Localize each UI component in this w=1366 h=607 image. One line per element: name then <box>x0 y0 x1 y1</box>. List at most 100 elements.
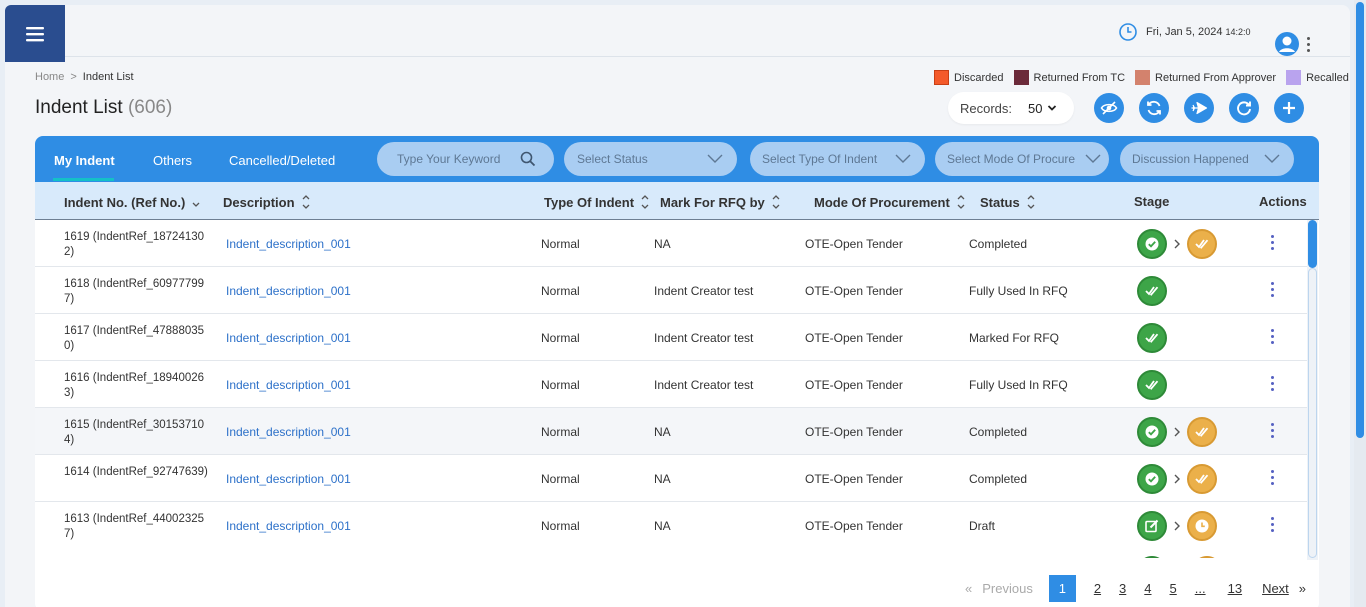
mode-cell: OTE-Open Tender <box>805 237 903 251</box>
check-circle-icon <box>1137 417 1167 447</box>
status-cell: Completed <box>969 472 1028 486</box>
chevron-down-icon <box>707 154 723 163</box>
col-mark-for-rfq[interactable]: Mark For RFQ by <box>660 194 780 210</box>
row-actions-icon[interactable] <box>1269 235 1275 250</box>
status-cell: Fully Used In RFQ <box>969 284 1068 298</box>
table-row[interactable]: 1616 (IndentRef_189400263) Indent_descri… <box>35 361 1307 408</box>
row-actions-icon[interactable] <box>1269 517 1275 532</box>
record-count: (606) <box>127 97 173 118</box>
time-text: 14:2:0 <box>1225 27 1251 37</box>
description-link[interactable]: Indent_description_001 <box>226 331 351 345</box>
description-link[interactable]: Indent_description_001 <box>226 378 351 392</box>
col-mode-of-procurement[interactable]: Mode Of Procurement <box>814 194 965 210</box>
page-1-button[interactable]: 1 <box>1048 574 1076 602</box>
row-actions-icon[interactable] <box>1269 423 1275 438</box>
pagination: « Previous 1 2 3 4 5 ... 13 Next » <box>965 574 1306 602</box>
stage-indicator <box>1137 370 1167 400</box>
partial-table-row <box>35 548 1307 558</box>
status-cell: Draft <box>969 519 996 533</box>
avatar-icon <box>1275 32 1299 56</box>
tab-my-indent[interactable]: My Indent <box>54 153 115 168</box>
double-check-icon <box>1137 370 1167 400</box>
send-button[interactable] <box>1184 93 1214 123</box>
datetime-display: Fri, Jan 5, 2024 14:2:0 <box>1118 22 1250 42</box>
status-select[interactable]: Select Status <box>564 142 737 176</box>
col-status[interactable]: Status <box>980 194 1035 210</box>
description-link[interactable]: Indent_description_001 <box>226 519 351 533</box>
sort-icon <box>641 195 649 209</box>
col-actions: Actions <box>1259 194 1307 209</box>
type-cell: Normal <box>541 331 580 345</box>
page-13-button[interactable]: 13 <box>1228 581 1242 596</box>
sync-button[interactable] <box>1139 93 1169 123</box>
table-row[interactable]: 1614 (IndentRef_92747639) Indent_descrip… <box>35 455 1307 502</box>
table-header: Indent No. (Ref No.) Description Type Of… <box>35 182 1319 220</box>
header-divider <box>65 56 1350 57</box>
page-2-button[interactable]: 2 <box>1094 581 1101 596</box>
type-cell: Normal <box>541 519 580 533</box>
table-row[interactable]: 1613 (IndentRef_440023257) Indent_descri… <box>35 502 1307 548</box>
mode-cell: OTE-Open Tender <box>805 425 903 439</box>
chevron-down-icon <box>895 154 911 163</box>
table-row[interactable]: 1619 (IndentRef_187241302) Indent_descri… <box>35 220 1307 267</box>
rfq-cell: NA <box>654 425 671 439</box>
records-per-page-select[interactable]: Records: 50 <box>948 92 1074 124</box>
prev-page-icon: « <box>965 580 973 596</box>
page-scrollbar-thumb[interactable] <box>1356 2 1364 438</box>
breadcrumb-home[interactable]: Home <box>35 71 64 83</box>
next-button[interactable]: Next <box>1262 581 1289 596</box>
type-cell: Normal <box>541 425 580 439</box>
clock-icon <box>1119 23 1137 41</box>
description-link[interactable]: Indent_description_001 <box>226 425 351 439</box>
indent-no-cell: 1616 (IndentRef_189400263) <box>64 372 205 399</box>
page-ellipsis[interactable]: ... <box>1195 581 1206 596</box>
table-scrollbar-thumb[interactable] <box>1308 220 1317 268</box>
keyword-search-input[interactable]: Type Your Keyword <box>377 142 554 176</box>
hamburger-menu-button[interactable] <box>5 5 65 62</box>
row-actions-icon[interactable] <box>1269 282 1275 297</box>
row-actions-icon[interactable] <box>1269 376 1275 391</box>
type-of-indent-select[interactable]: Select Type Of Indent <box>750 142 925 176</box>
page-5-button[interactable]: 5 <box>1170 581 1177 596</box>
indent-no-cell: 1615 (IndentRef_301537104) <box>64 419 205 446</box>
type-cell: Normal <box>541 284 580 298</box>
user-menu[interactable] <box>1274 31 1311 57</box>
row-actions-icon[interactable] <box>1269 329 1275 344</box>
page-4-button[interactable]: 4 <box>1144 581 1151 596</box>
sort-icon <box>772 195 780 209</box>
page-scrollbar[interactable] <box>1354 0 1366 607</box>
description-link[interactable]: Indent_description_001 <box>226 472 351 486</box>
chevron-right-icon <box>1174 239 1180 249</box>
col-type-of-indent[interactable]: Type Of Indent <box>544 194 649 210</box>
status-cell: Completed <box>969 425 1028 439</box>
hamburger-icon <box>26 26 44 41</box>
add-indent-button[interactable] <box>1274 93 1304 123</box>
description-link[interactable]: Indent_description_001 <box>226 284 351 298</box>
col-description[interactable]: Description <box>223 194 310 210</box>
next-page-icon[interactable]: » <box>1299 581 1306 596</box>
indent-no-cell: 1619 (IndentRef_187241302) <box>64 231 205 258</box>
breadcrumb: Home > Indent List <box>35 71 134 83</box>
page-3-button[interactable]: 3 <box>1119 581 1126 596</box>
type-cell: Normal <box>541 378 580 392</box>
discussion-happened-select[interactable]: Discussion Happened <box>1120 142 1294 176</box>
hide-columns-button[interactable] <box>1094 93 1124 123</box>
previous-button[interactable]: Previous <box>982 581 1033 596</box>
description-link[interactable]: Indent_description_001 <box>226 237 351 251</box>
page-title: Indent List (606) <box>35 97 173 118</box>
tab-others[interactable]: Others <box>153 153 192 168</box>
mode-of-procurement-select[interactable]: Select Mode Of Procure <box>935 142 1109 176</box>
table-row[interactable]: 1617 (IndentRef_478880350) Indent_descri… <box>35 314 1307 361</box>
col-indent-no[interactable]: Indent No. (Ref No.) <box>64 194 200 210</box>
more-options-icon[interactable] <box>1305 36 1311 52</box>
double-check-icon <box>1187 229 1217 259</box>
table-row[interactable]: 1615 (IndentRef_301537104) Indent_descri… <box>35 408 1307 455</box>
col-stage: Stage <box>1134 194 1170 209</box>
row-actions-icon[interactable] <box>1269 470 1275 485</box>
table-scrollbar[interactable] <box>1307 220 1318 560</box>
refresh-button[interactable] <box>1229 93 1259 123</box>
check-circle-icon <box>1137 229 1167 259</box>
table-row[interactable]: 1618 (IndentRef_609777997) Indent_descri… <box>35 267 1307 314</box>
legend-recalled: Recalled <box>1286 70 1349 85</box>
tab-cancelled-deleted[interactable]: Cancelled/Deleted <box>229 153 335 168</box>
